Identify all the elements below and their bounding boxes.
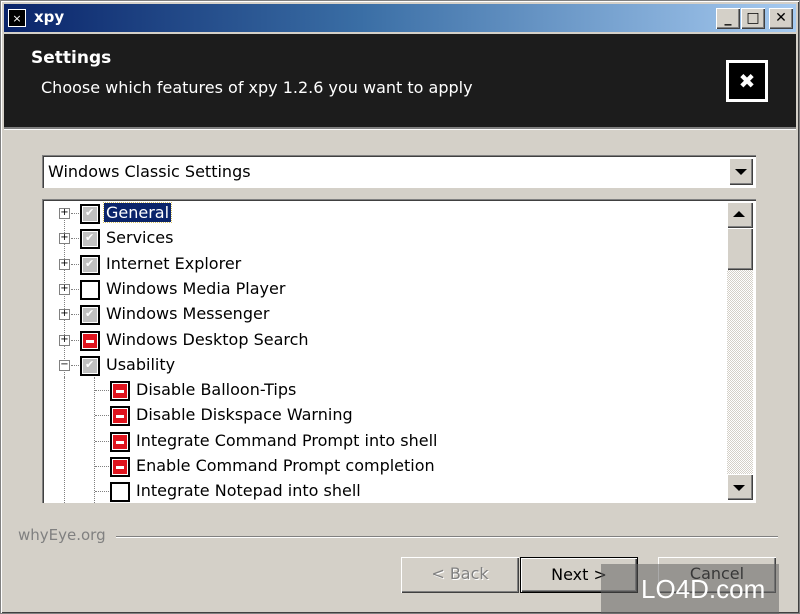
checkbox[interactable] <box>110 482 130 503</box>
page-subtitle: Choose which features of xpy 1.2.6 you w… <box>41 78 473 97</box>
tree-item[interactable]: Enable Command Prompt completion <box>42 454 722 479</box>
arrow-up-icon <box>733 211 745 217</box>
tree-connector <box>71 213 79 214</box>
tree-item[interactable]: Integrate Command Prompt into shell <box>42 429 722 454</box>
expand-icon[interactable]: + <box>59 334 70 346</box>
tree-item-label: Integrate Command Prompt into shell <box>136 430 438 450</box>
app-icon: × <box>8 9 26 27</box>
tree-item-label: Windows Media Player <box>106 278 286 298</box>
tree-connector <box>71 314 79 316</box>
tree-connector <box>71 238 79 240</box>
scroll-up-button[interactable] <box>727 202 753 228</box>
tree-connector <box>71 339 79 341</box>
scroll-thumb[interactable] <box>727 228 753 270</box>
tree-item[interactable]: + Services <box>42 226 722 251</box>
minimize-button[interactable]: _ <box>716 8 740 29</box>
expand-icon[interactable]: + <box>59 283 70 295</box>
tree-connector <box>71 288 79 290</box>
partial-checkbox[interactable] <box>80 204 100 224</box>
tree-item-label: Windows Desktop Search <box>106 329 309 349</box>
watermark: LO4D.com <box>601 564 779 614</box>
header-divider <box>4 127 796 130</box>
back-button[interactable]: < Back <box>401 557 519 593</box>
expand-icon[interactable]: + <box>59 233 70 245</box>
tree-item[interactable]: + Windows Messenger <box>42 302 722 327</box>
brand-label: whyEye.org <box>18 526 106 544</box>
tree-connector <box>95 390 109 392</box>
tree-connector <box>95 440 109 442</box>
partial-checkbox[interactable] <box>80 229 100 250</box>
dropdown-button[interactable] <box>729 158 753 185</box>
tree-item[interactable]: Disable Balloon-Tips <box>42 378 722 403</box>
exclude-checkbox[interactable] <box>110 457 130 477</box>
tree-item[interactable]: + Internet Explorer <box>42 252 722 277</box>
tree-item[interactable]: + Windows Media Player <box>42 277 722 302</box>
arrow-down-icon <box>733 485 745 491</box>
tree-connector <box>71 364 79 366</box>
xpy-logo-icon: ✖ <box>726 60 768 102</box>
tree-item-label: Services <box>106 228 174 248</box>
tree-item[interactable]: Integrate Notepad into shell <box>42 479 722 503</box>
tree-connector <box>71 263 79 265</box>
tree-item-label: Enable Command Prompt completion <box>136 456 435 475</box>
tree-item-label: Usability <box>106 354 176 374</box>
exclude-checkbox[interactable] <box>110 406 130 427</box>
tree-item-label: Disable Diskspace Warning <box>136 405 353 425</box>
exclude-checkbox[interactable] <box>110 431 130 452</box>
wizard-header: Settings Choose which features of xpy 1.… <box>4 34 796 127</box>
collapse-icon[interactable]: − <box>59 359 70 371</box>
tree-connector <box>95 491 109 493</box>
title-bar[interactable]: × xpy _ □ ✕ <box>4 4 796 32</box>
expand-icon[interactable]: + <box>59 258 70 270</box>
tree-item[interactable]: Disable Diskspace Warning <box>42 403 722 428</box>
tree-item-label: Disable Balloon-Tips <box>136 380 297 400</box>
footer-divider <box>116 536 778 538</box>
settings-profile-value: Windows Classic Settings <box>48 162 251 181</box>
tree-connector <box>95 415 109 417</box>
settings-profile-select[interactable]: Windows Classic Settings <box>42 155 756 188</box>
tree-connector <box>95 466 109 467</box>
maximize-button[interactable]: □ <box>741 8 765 29</box>
tree-item-label: Integrate Notepad into shell <box>136 481 361 501</box>
tree-scrollbar[interactable] <box>727 202 753 500</box>
checkbox[interactable] <box>80 279 100 300</box>
exclude-checkbox[interactable] <box>110 381 130 402</box>
partial-checkbox[interactable] <box>80 254 100 275</box>
tree-item-label: General <box>102 202 173 223</box>
partial-checkbox[interactable] <box>80 305 100 326</box>
partial-checkbox[interactable] <box>80 355 100 376</box>
window-title: xpy <box>34 8 65 26</box>
tree-item[interactable]: − Usability <box>42 353 722 378</box>
scroll-down-button[interactable] <box>727 474 753 500</box>
feature-tree[interactable]: + General + Services + Internet Explorer + Wind… <box>42 199 756 503</box>
expand-icon[interactable]: + <box>59 309 70 321</box>
page-title: Settings <box>31 48 112 68</box>
chevron-down-icon <box>735 169 747 175</box>
tree-item-label: Internet Explorer <box>106 253 242 273</box>
tree-item[interactable]: + Windows Desktop Search <box>42 328 722 353</box>
tree-item-label: Windows Messenger <box>106 304 270 324</box>
exclude-checkbox[interactable] <box>80 330 100 351</box>
close-button[interactable]: ✕ <box>769 8 793 29</box>
expand-icon[interactable]: + <box>59 208 70 219</box>
installer-window: × xpy _ □ ✕ Settings Choose which featur… <box>0 0 800 614</box>
tree-item[interactable]: + General <box>42 201 722 226</box>
